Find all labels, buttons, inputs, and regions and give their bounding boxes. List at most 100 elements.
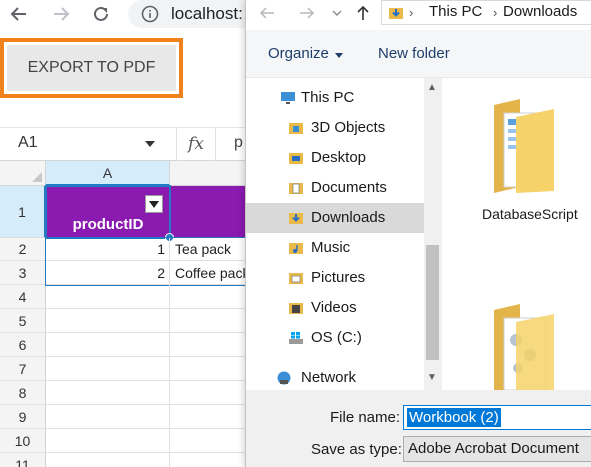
save-type-value: Adobe Acrobat Document	[408, 440, 579, 457]
cell-a11[interactable]	[46, 453, 170, 467]
name-box-dropdown-icon[interactable]	[145, 141, 155, 147]
cell-b10[interactable]	[170, 429, 250, 453]
up-folder-button[interactable]	[354, 4, 376, 24]
forward-button[interactable]	[48, 0, 74, 28]
dialog-toolbar: Organize New folder	[246, 30, 591, 78]
tree-item-documents[interactable]: Documents	[246, 173, 424, 203]
chevron-down-icon	[332, 10, 342, 16]
tree-item-this-pc[interactable]: This PC	[246, 83, 424, 113]
column-header-a[interactable]: A	[46, 161, 170, 186]
site-info-icon[interactable]	[141, 5, 159, 23]
pictures-folder-icon	[289, 273, 303, 284]
cell-b6[interactable]	[170, 333, 250, 357]
formula-input[interactable]: p	[234, 134, 243, 152]
dialog-forward-button[interactable]	[298, 4, 320, 24]
forward-arrow-icon	[54, 7, 70, 21]
cell-b1[interactable]	[170, 186, 250, 238]
cell-a5[interactable]	[46, 309, 170, 333]
cell-a4[interactable]	[46, 285, 170, 309]
file-item-folder[interactable]	[442, 288, 591, 390]
dialog-navigation: › This PC › Downloads	[246, 0, 591, 30]
save-as-dialog: › This PC › Downloads Organize New folde…	[245, 0, 591, 467]
file-name-label: DatabaseScript	[482, 206, 578, 222]
file-list-pane: DatabaseScript	[441, 78, 591, 390]
row-header-5[interactable]: 5	[0, 309, 46, 333]
save-type-select[interactable]: Adobe Acrobat Document	[403, 436, 591, 462]
select-all-corner[interactable]	[0, 161, 46, 186]
cell-a7[interactable]	[46, 357, 170, 381]
tree-item-os-c[interactable]: OS (C:)	[246, 323, 424, 353]
tree-item-network[interactable]: Network	[246, 363, 424, 390]
sheet-grid: A 1 2 3 4 5 6 7 8 9 10 11 productID 1 Te…	[0, 161, 250, 467]
breadcrumb-downloads[interactable]: Downloads	[503, 3, 577, 20]
row-header-4[interactable]: 4	[0, 285, 46, 309]
tree-label: Desktop	[311, 149, 367, 166]
row-header-11[interactable]: 11	[0, 453, 46, 467]
export-button-label: EXPORT TO PDF	[7, 45, 176, 91]
url-text[interactable]: localhost:	[171, 4, 243, 24]
up-arrow-icon	[357, 5, 369, 20]
back-arrow-icon	[259, 7, 274, 19]
reload-icon	[94, 6, 108, 21]
column-header-b[interactable]	[170, 161, 250, 186]
row-header-6[interactable]: 6	[0, 333, 46, 357]
function-icon[interactable]: fx	[176, 128, 216, 161]
breadcrumb-this-pc[interactable]: This PC	[429, 3, 482, 20]
cell-b9[interactable]	[170, 405, 250, 429]
cell-b11[interactable]	[170, 453, 250, 467]
tree-label: This PC	[301, 89, 355, 106]
new-folder-button[interactable]: New folder	[378, 45, 450, 62]
cell-b4[interactable]	[170, 285, 250, 309]
tree-item-desktop[interactable]: Desktop	[246, 143, 424, 173]
tree-label: OS (C:)	[311, 329, 362, 346]
tree-item-downloads[interactable]: Downloads	[246, 203, 424, 233]
navigation-scrollbar[interactable]: ▲ ▼	[424, 78, 441, 390]
organize-dropdown-icon[interactable]	[335, 53, 343, 58]
cell-b5[interactable]	[170, 309, 250, 333]
folder-icon	[494, 304, 554, 390]
breadcrumb-separator-icon: ›	[409, 5, 414, 20]
dialog-back-button[interactable]	[258, 4, 280, 24]
music-folder-icon	[289, 243, 303, 254]
save-type-field-label: Save as type:	[311, 441, 402, 458]
file-item-databasescript[interactable]: DatabaseScript	[442, 78, 591, 238]
cell-a6[interactable]	[46, 333, 170, 357]
network-icon	[277, 371, 291, 385]
export-to-pdf-button[interactable]: EXPORT TO PDF	[0, 38, 183, 98]
tree-item-3d-objects[interactable]: 3D Objects	[246, 113, 424, 143]
drive-icon	[289, 332, 303, 344]
tree-item-videos[interactable]: Videos	[246, 293, 424, 323]
scroll-up-icon[interactable]: ▲	[427, 82, 437, 93]
back-arrow-icon	[10, 7, 26, 21]
tree-label: Documents	[311, 179, 387, 196]
cell-a8[interactable]	[46, 381, 170, 405]
computer-icon	[281, 92, 295, 104]
reload-button[interactable]	[88, 0, 114, 28]
row-header-1[interactable]: 1	[0, 186, 46, 238]
recent-locations-button[interactable]	[330, 4, 352, 24]
row-header-9[interactable]: 9	[0, 405, 46, 429]
cell-a9[interactable]	[46, 405, 170, 429]
row-header-3[interactable]: 3	[0, 261, 46, 285]
save-options-panel: File name: Workbook (2) Save as type: Ad…	[246, 390, 591, 467]
row-header-10[interactable]: 10	[0, 429, 46, 453]
row-header-7[interactable]: 7	[0, 357, 46, 381]
cell-a10[interactable]	[46, 429, 170, 453]
row-header-8[interactable]: 8	[0, 381, 46, 405]
tree-item-music[interactable]: Music	[246, 233, 424, 263]
back-button[interactable]	[6, 0, 32, 28]
documents-folder-icon	[289, 183, 303, 194]
name-box[interactable]: A1	[18, 134, 38, 152]
file-name-input[interactable]: Workbook (2)	[403, 405, 591, 430]
table-range-border	[45, 237, 250, 286]
scroll-down-icon[interactable]: ▼	[427, 372, 437, 383]
scrollbar-thumb[interactable]	[426, 245, 439, 360]
tree-item-pictures[interactable]: Pictures	[246, 263, 424, 293]
row-header-2[interactable]: 2	[0, 238, 46, 261]
address-breadcrumb[interactable]: › This PC › Downloads	[381, 0, 591, 25]
folder-icon	[494, 99, 554, 193]
tree-label: Music	[311, 239, 351, 256]
cell-b8[interactable]	[170, 381, 250, 405]
cell-b7[interactable]	[170, 357, 250, 381]
organize-button[interactable]: Organize	[268, 45, 329, 62]
